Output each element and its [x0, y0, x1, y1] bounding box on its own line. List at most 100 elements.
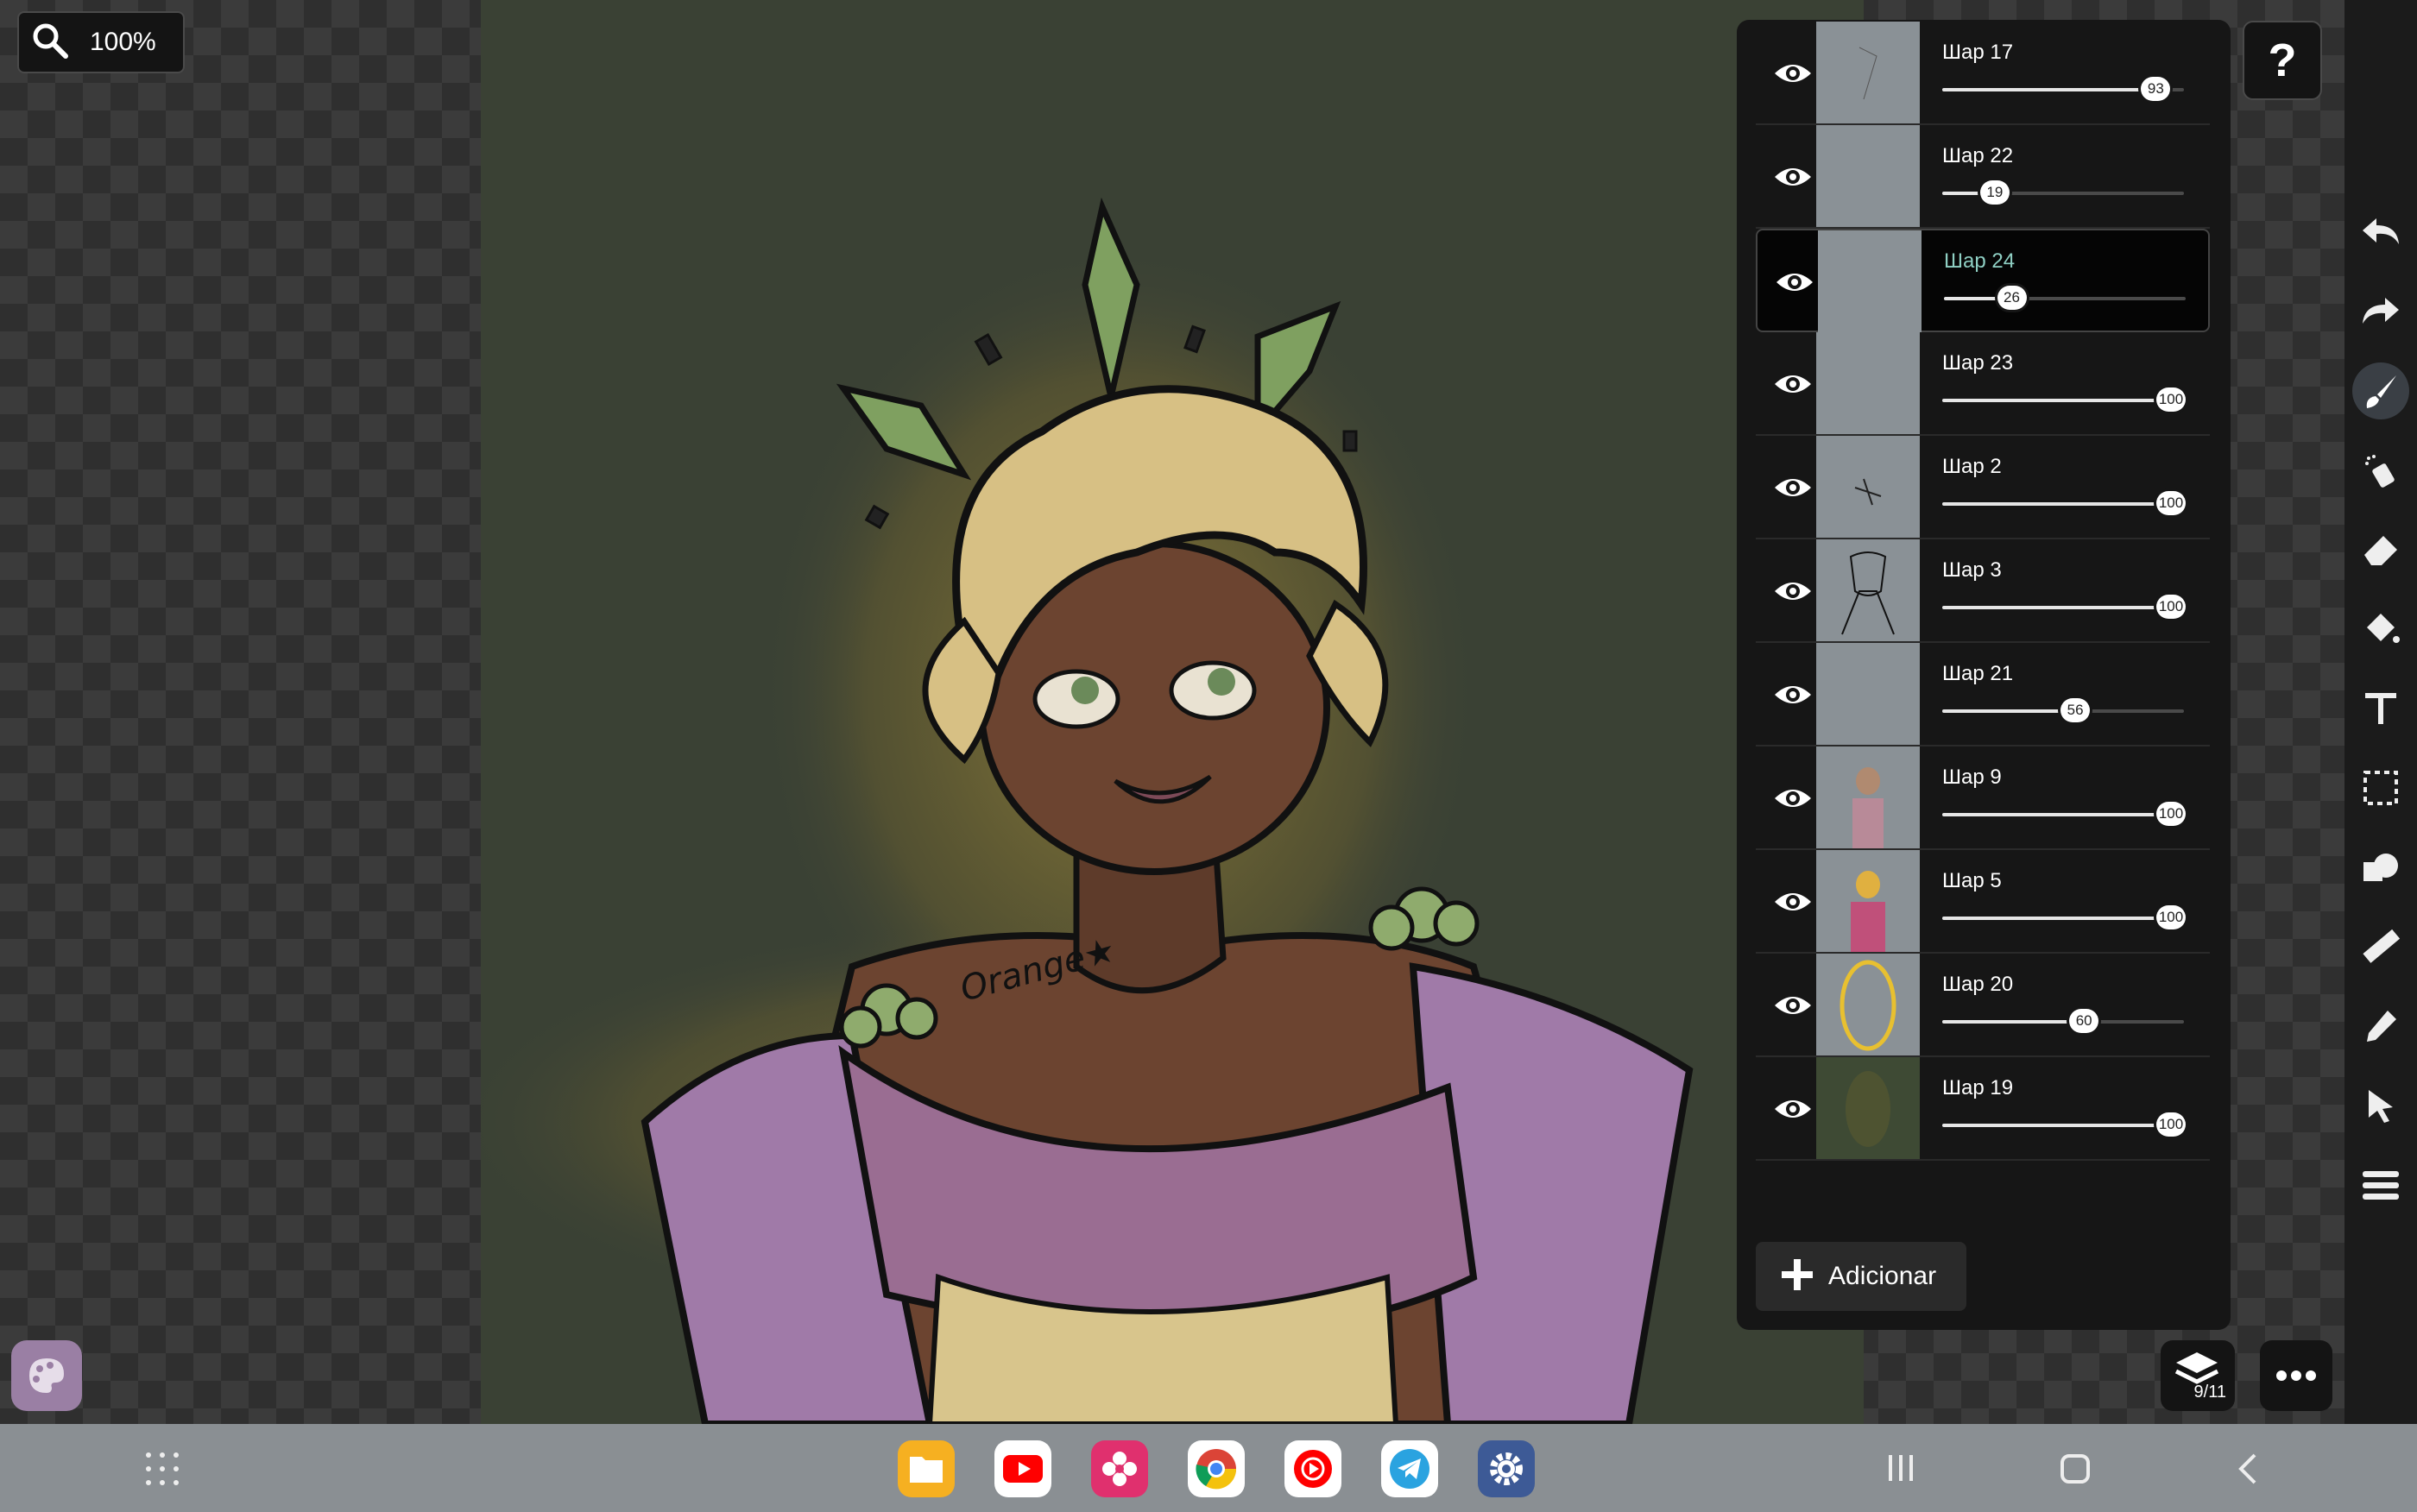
fill-bucket-icon[interactable] — [2352, 601, 2409, 658]
add-layer-button[interactable]: Adicionar — [1756, 1242, 1966, 1311]
opacity-value-badge[interactable]: 100 — [2156, 802, 2186, 826]
opacity-value-badge[interactable]: 93 — [2141, 77, 2171, 101]
layers-toggle-button[interactable]: 9/11 — [2161, 1340, 2235, 1411]
visibility-eye-icon[interactable] — [1773, 365, 1813, 403]
youtube-music-icon[interactable] — [1284, 1440, 1341, 1497]
drawing-canvas[interactable]: Orange★ — [481, 0, 1864, 1424]
layer-thumbnail[interactable] — [1818, 230, 1922, 332]
layer-row[interactable]: Шар 19 100 — [1756, 1057, 2210, 1161]
opacity-value-badge[interactable]: 100 — [2156, 1112, 2186, 1137]
layer-row[interactable]: Шар 5 100 — [1756, 850, 2210, 954]
visibility-eye-icon[interactable] — [1773, 158, 1813, 196]
tools-toolbar — [2344, 0, 2417, 1424]
opacity-slider[interactable]: 100 — [1942, 1112, 2186, 1137]
layer-thumbnail[interactable] — [1816, 643, 1920, 745]
layer-thumbnail[interactable] — [1816, 436, 1920, 538]
opacity-slider-fill — [1942, 502, 2160, 506]
gallery-icon[interactable] — [1091, 1440, 1148, 1497]
ruler-icon[interactable] — [2352, 918, 2409, 975]
undo-icon[interactable] — [2352, 204, 2409, 261]
layer-name: Шар 22 — [1942, 144, 2014, 167]
opacity-slider[interactable]: 100 — [1942, 491, 2186, 515]
layer-thumbnail[interactable] — [1816, 747, 1920, 848]
opacity-value-badge[interactable]: 100 — [2156, 905, 2186, 929]
opacity-slider[interactable]: 26 — [1944, 286, 2186, 310]
layer-name: Шар 21 — [1942, 662, 2014, 685]
layer-thumbnail[interactable] — [1816, 1057, 1920, 1159]
brush-icon[interactable] — [2352, 362, 2409, 419]
layer-thumbnail[interactable] — [1816, 850, 1920, 952]
layer-thumbnail[interactable] — [1816, 954, 1920, 1055]
layer-row[interactable]: Шар 9 100 — [1756, 747, 2210, 850]
opacity-value-badge[interactable]: 100 — [2156, 491, 2186, 515]
text-icon[interactable] — [2352, 680, 2409, 737]
zoom-indicator[interactable]: 100% — [17, 11, 185, 73]
eraser-icon[interactable] — [2352, 521, 2409, 578]
chrome-icon[interactable] — [1188, 1440, 1245, 1497]
layer-row[interactable]: Шар 2 100 — [1756, 436, 2210, 539]
shapes-icon[interactable] — [2352, 839, 2409, 896]
opacity-slider[interactable]: 100 — [1942, 595, 2186, 619]
opacity-slider[interactable]: 93 — [1942, 77, 2184, 101]
more-options-button[interactable] — [2260, 1340, 2332, 1411]
telegram-icon[interactable] — [1381, 1440, 1438, 1497]
help-button[interactable]: ? — [2243, 21, 2322, 100]
visibility-eye-icon[interactable] — [1773, 779, 1813, 817]
layer-row[interactable]: Шар 3 100 — [1756, 539, 2210, 643]
visibility-eye-icon[interactable] — [1773, 1090, 1813, 1128]
layer-thumbnail[interactable] — [1816, 22, 1920, 123]
system-taskbar — [0, 1424, 2417, 1512]
files-icon[interactable] — [898, 1440, 955, 1497]
redo-icon[interactable] — [2352, 283, 2409, 340]
opacity-slider[interactable]: 100 — [1942, 905, 2186, 929]
opacity-value-badge[interactable]: 60 — [2069, 1009, 2099, 1033]
layer-count: 9/11 — [2193, 1383, 2226, 1402]
visibility-eye-icon[interactable] — [1773, 469, 1813, 507]
add-layer-label: Adicionar — [1828, 1262, 1937, 1290]
layer-row[interactable]: Шар 21 56 — [1756, 643, 2210, 747]
artwork: Orange★ — [481, 197, 1694, 1424]
eyedropper-icon[interactable] — [2352, 998, 2409, 1055]
back-icon[interactable] — [2237, 1453, 2258, 1489]
opacity-slider[interactable]: 100 — [1942, 387, 2186, 412]
search-icon — [31, 22, 69, 64]
layer-row[interactable]: Шар 23 100 — [1756, 332, 2210, 436]
layer-name: Шар 5 — [1942, 869, 2002, 892]
menu-list-icon[interactable] — [2352, 1156, 2409, 1213]
recents-icon[interactable] — [1887, 1453, 1915, 1487]
opacity-slider[interactable]: 60 — [1942, 1009, 2184, 1033]
spray-icon[interactable] — [2352, 442, 2409, 499]
layer-row[interactable]: Шар 24 26 — [1756, 229, 2210, 332]
layer-row[interactable]: Шар 17 93 — [1756, 22, 2210, 125]
layer-row[interactable]: Шар 22 19 — [1756, 125, 2210, 229]
layer-thumbnail[interactable] — [1816, 332, 1920, 434]
opacity-value-badge[interactable]: 56 — [2060, 698, 2091, 722]
opacity-value-badge[interactable]: 100 — [2156, 387, 2186, 412]
youtube-icon[interactable] — [994, 1440, 1051, 1497]
opacity-slider[interactable]: 56 — [1942, 698, 2184, 722]
color-palette-button[interactable] — [11, 1340, 82, 1411]
settings-icon[interactable] — [1478, 1440, 1535, 1497]
visibility-eye-icon[interactable] — [1773, 572, 1813, 610]
home-icon[interactable] — [2060, 1453, 2091, 1489]
opacity-slider[interactable]: 19 — [1942, 180, 2184, 205]
opacity-slider-fill — [1942, 88, 2145, 91]
opacity-value-badge[interactable]: 100 — [2156, 595, 2186, 619]
pointer-icon[interactable] — [2352, 1077, 2409, 1134]
app-drawer-icon[interactable] — [145, 1452, 180, 1490]
layer-thumbnail[interactable] — [1816, 539, 1920, 641]
layer-thumbnail[interactable] — [1816, 125, 1920, 227]
visibility-eye-icon[interactable] — [1773, 676, 1813, 714]
opacity-slider-fill — [1942, 813, 2160, 816]
plus-icon — [1780, 1257, 1814, 1296]
selection-icon[interactable] — [2352, 759, 2409, 816]
visibility-eye-icon[interactable] — [1773, 54, 1813, 92]
opacity-value-badge[interactable]: 26 — [1997, 286, 2027, 310]
opacity-value-badge[interactable]: 19 — [1979, 180, 2010, 205]
visibility-eye-icon[interactable] — [1773, 986, 1813, 1024]
more-icon — [2276, 1370, 2316, 1381]
opacity-slider[interactable]: 100 — [1942, 802, 2186, 826]
visibility-eye-icon[interactable] — [1773, 883, 1813, 921]
visibility-eye-icon[interactable] — [1775, 263, 1814, 301]
layer-row[interactable]: Шар 20 60 — [1756, 954, 2210, 1057]
